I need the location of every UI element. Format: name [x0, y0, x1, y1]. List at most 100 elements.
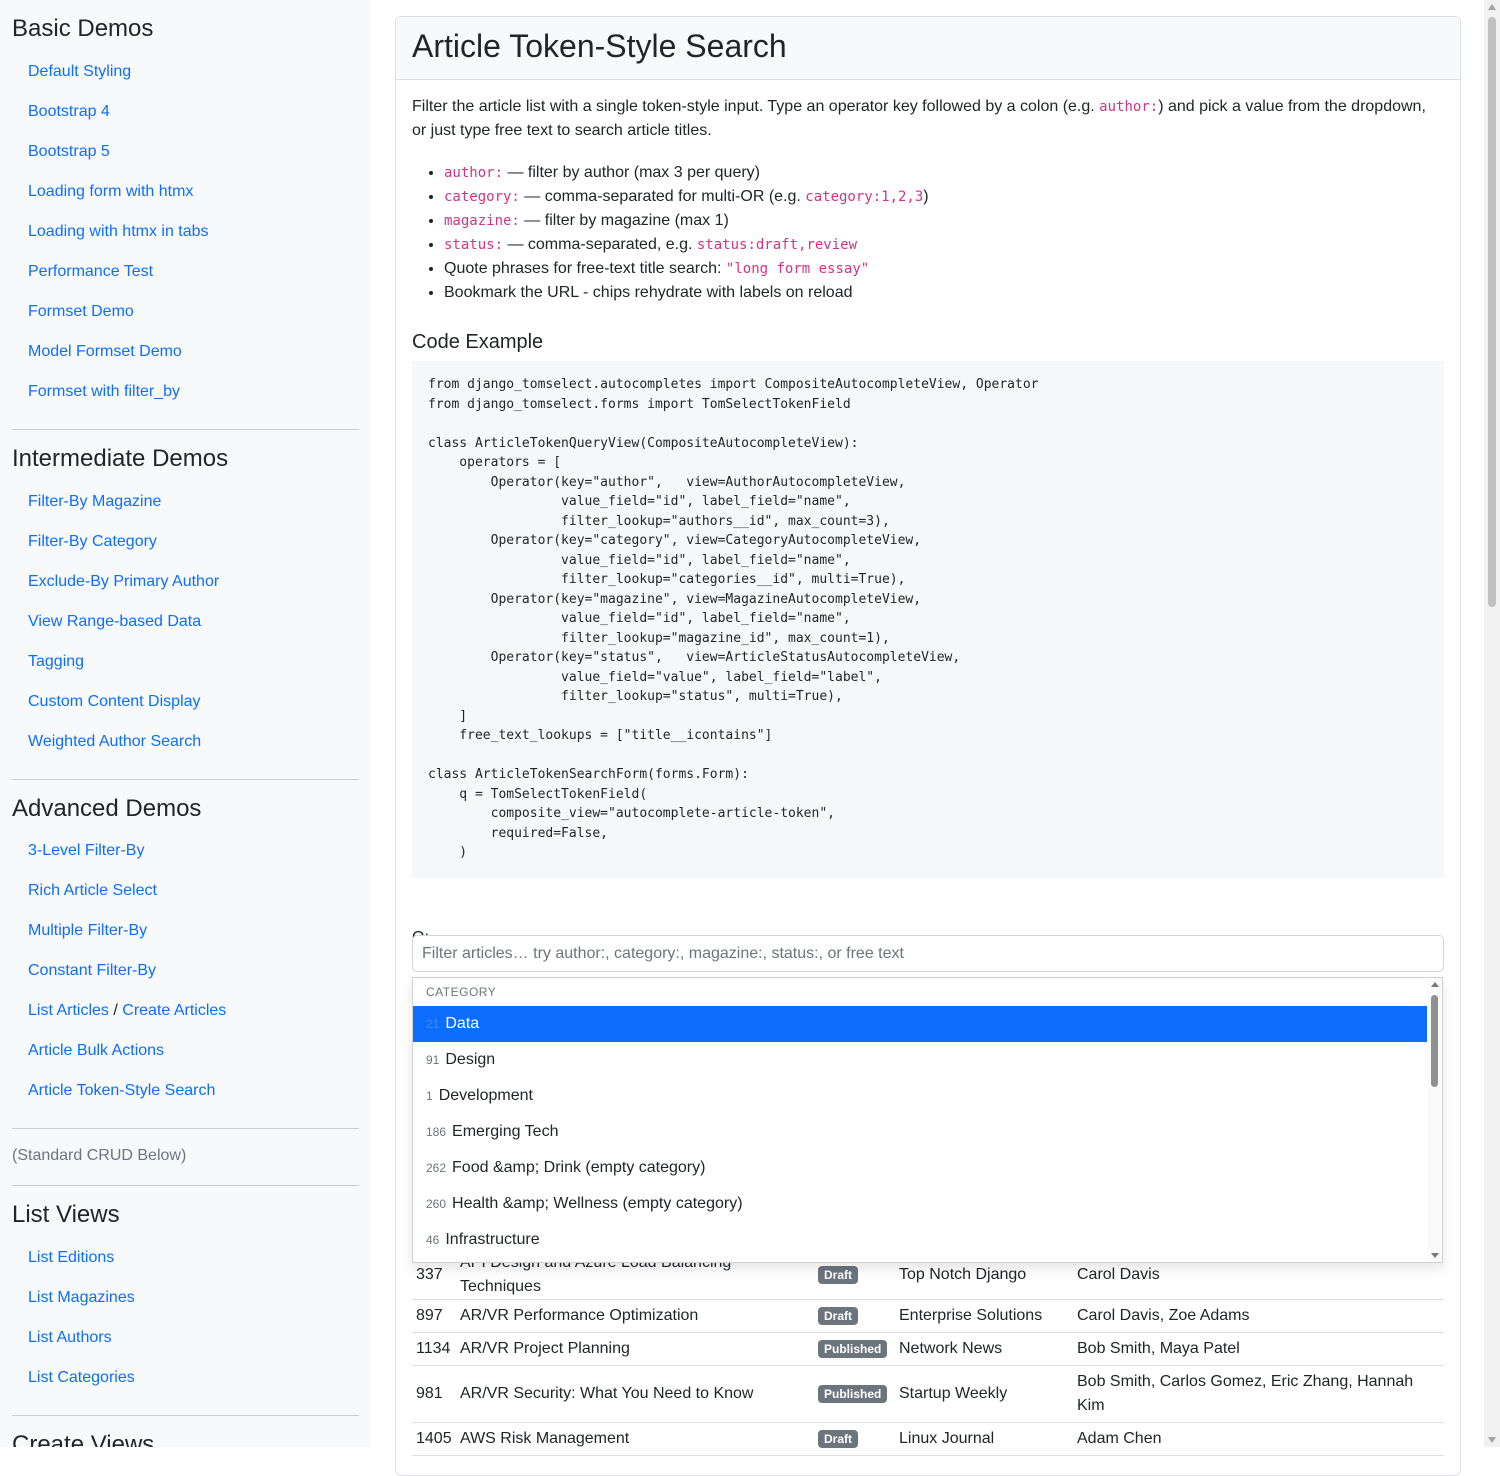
card-header: Article Token-Style Search	[396, 17, 1460, 80]
dropdown-option[interactable]: 91 Design	[413, 1042, 1427, 1078]
cell-magazine: Enterprise Solutions	[895, 1299, 1073, 1333]
sidebar-item-default-styling[interactable]: Default Styling	[12, 52, 359, 92]
code-example-heading: Code Example	[412, 331, 544, 353]
cell-id: 1405	[412, 1422, 456, 1456]
sidebar-separator: /	[108, 1002, 123, 1019]
operator-text: — comma-separated for multi-OR (e.g.	[519, 188, 806, 205]
intro-code: author:	[1099, 99, 1159, 115]
sidebar-item-3-level-filter-by[interactable]: 3-Level Filter-By	[12, 831, 359, 871]
sidebar-item-list-authors[interactable]: List Authors	[12, 1318, 359, 1358]
option-id: 91	[426, 1053, 440, 1067]
status-badge: Draft	[818, 1307, 859, 1325]
cell-title: AWS Risk Management	[456, 1422, 814, 1456]
list-item: magazine: — filter by magazine (max 1)	[444, 209, 929, 233]
sidebar-item-exclude-by-primary-author[interactable]: Exclude-By Primary Author	[12, 562, 359, 602]
sidebar-heading-advanced: Advanced Demos	[12, 795, 202, 822]
operator-code: magazine:	[444, 213, 520, 229]
intro-part: Filter the article list with a single to…	[412, 98, 1100, 115]
sidebar-heading-basic: Basic Demos	[12, 15, 154, 42]
sidebar-item-article-bulk-actions[interactable]: Article Bulk Actions	[12, 1031, 359, 1071]
sidebar-item-articles-group: List Articles / Create Articles	[12, 991, 359, 1031]
sidebar-item-weighted-author-search[interactable]: Weighted Author Search	[12, 722, 359, 762]
sidebar-item-constant-filter-by[interactable]: Constant Filter-By	[12, 951, 359, 991]
dropdown-option[interactable]: 1 Development	[413, 1078, 1427, 1114]
list-item: Bookmark the URL - chips rehydrate with …	[444, 281, 929, 305]
sidebar-item-custom-content-display[interactable]: Custom Content Display	[12, 682, 359, 722]
sidebar-item-create-articles[interactable]: Create Articles	[122, 1002, 226, 1019]
sidebar-item-tagging[interactable]: Tagging	[12, 642, 359, 682]
scroll-thumb[interactable]	[1431, 995, 1438, 1087]
sidebar-divider	[12, 1185, 359, 1186]
list-item: category: — comma-separated for multi-OR…	[444, 185, 929, 209]
dropdown-option[interactable]: 260 Health &amp; Wellness (empty category…	[413, 1186, 1427, 1222]
sidebar-item-rich-article-select[interactable]: Rich Article Select	[12, 871, 359, 911]
sidebar-item-article-token-search[interactable]: Article Token-Style Search	[12, 1071, 359, 1111]
cell-magazine: Linux Journal	[895, 1422, 1073, 1456]
table-row: 1405 AWS Risk Management Draft Linux Jou…	[412, 1422, 1444, 1456]
page-scrollbar[interactable]	[1484, 0, 1500, 1447]
operator-code: category:	[444, 189, 520, 205]
sidebar-item-bootstrap-4[interactable]: Bootstrap 4	[12, 92, 359, 132]
sidebar-item-view-range-data[interactable]: View Range-based Data	[12, 602, 359, 642]
sidebar-item-list-articles[interactable]: List Articles	[28, 1002, 109, 1019]
sidebar-item-filter-by-category[interactable]: Filter-By Category	[12, 522, 359, 562]
operator-text: )	[923, 188, 929, 205]
sidebar-divider	[12, 779, 359, 780]
sidebar-item-bootstrap-5[interactable]: Bootstrap 5	[12, 132, 359, 172]
sidebar-item-formset-filter-by[interactable]: Formset with filter_by	[12, 372, 359, 412]
option-label: Development	[438, 1087, 533, 1104]
sidebar: Basic Demos Default Styling Bootstrap 4 …	[0, 0, 371, 1447]
sidebar-heading-list-views: List Views	[12, 1201, 120, 1228]
scroll-down-arrow-icon[interactable]	[1488, 1437, 1496, 1443]
table-row: 897 AR/VR Performance Optimization Draft…	[412, 1299, 1444, 1333]
dropdown-option[interactable]: 21 Data	[413, 1006, 1427, 1042]
cell-id: 981	[412, 1365, 456, 1423]
status-badge: Draft	[818, 1266, 859, 1284]
scroll-down-arrow-icon[interactable]	[1431, 1253, 1439, 1258]
cell-id: 1134	[412, 1332, 456, 1366]
sidebar-item-list-categories[interactable]: List Categories	[12, 1358, 359, 1398]
sidebar-crud-note: (Standard CRUD Below)	[12, 1147, 187, 1164]
cell-magazine: Network News	[895, 1332, 1073, 1366]
sidebar-list-basic: Default Styling Bootstrap 4 Bootstrap 5 …	[12, 52, 359, 412]
status-badge: Published	[818, 1385, 888, 1403]
intro-text: Filter the article list with a single to…	[412, 95, 1444, 143]
option-id: 260	[426, 1197, 447, 1211]
dropdown-group-header: CATEGORY	[426, 985, 497, 999]
sidebar-item-loading-htmx-tabs[interactable]: Loading with htmx in tabs	[12, 212, 359, 252]
dropdown-option[interactable]: 262 Food &amp; Drink (empty category)	[413, 1150, 1427, 1186]
sidebar-item-list-magazines[interactable]: List Magazines	[12, 1278, 359, 1318]
option-id: 46	[426, 1233, 440, 1247]
operator-text: — comma-separated, e.g.	[503, 236, 697, 253]
autocomplete-dropdown: CATEGORY 21 Data 91 Design 1 Development 18…	[412, 977, 1443, 1263]
cell-authors: Carol Davis, Zoe Adams	[1073, 1299, 1444, 1333]
dropdown-option[interactable]: 186 Emerging Tech	[413, 1114, 1427, 1150]
cell-title: AR/VR Performance Optimization	[456, 1299, 814, 1333]
scroll-thumb[interactable]	[1488, 17, 1496, 607]
sidebar-heading-create-views: Create Views	[12, 1431, 155, 1447]
sidebar-item-filter-by-magazine[interactable]: Filter-By Magazine	[12, 482, 359, 522]
option-label: Emerging Tech	[452, 1123, 559, 1140]
sidebar-item-model-formset-demo[interactable]: Model Formset Demo	[12, 332, 359, 372]
sidebar-item-performance-test[interactable]: Performance Test	[12, 252, 359, 292]
sidebar-item-loading-form-htmx[interactable]: Loading form with htmx	[12, 172, 359, 212]
cell-id: 897	[412, 1299, 456, 1333]
dropdown-scrollbar[interactable]	[1428, 978, 1442, 1262]
sidebar-item-formset-demo[interactable]: Formset Demo	[12, 292, 359, 332]
table-row: 1134 AR/VR Project Planning Published Ne…	[412, 1332, 1444, 1366]
token-search-input[interactable]	[412, 935, 1444, 972]
sidebar-item-multiple-filter-by[interactable]: Multiple Filter-By	[12, 911, 359, 951]
scroll-up-arrow-icon[interactable]	[1488, 4, 1496, 10]
dropdown-option[interactable]: 46 Infrastructure	[413, 1222, 1427, 1258]
sidebar-list-list-views: List Editions List Magazines List Author…	[12, 1238, 359, 1398]
option-label: Food &amp; Drink (empty category)	[452, 1159, 706, 1176]
table-row: 981 AR/VR Security: What You Need to Kno…	[412, 1365, 1444, 1423]
option-label: Data	[445, 1015, 480, 1032]
operator-text: Bookmark the URL - chips rehydrate with …	[444, 284, 853, 301]
sidebar-divider	[12, 1415, 359, 1416]
sidebar-item-list-editions[interactable]: List Editions	[12, 1238, 359, 1278]
scroll-up-arrow-icon[interactable]	[1431, 982, 1439, 987]
operator-text: — filter by magazine (max 1)	[519, 212, 729, 229]
operator-text: Quote phrases for free-text title search…	[444, 260, 726, 277]
cell-authors: Bob Smith, Carlos Gomez, Eric Zhang, Han…	[1073, 1365, 1444, 1423]
